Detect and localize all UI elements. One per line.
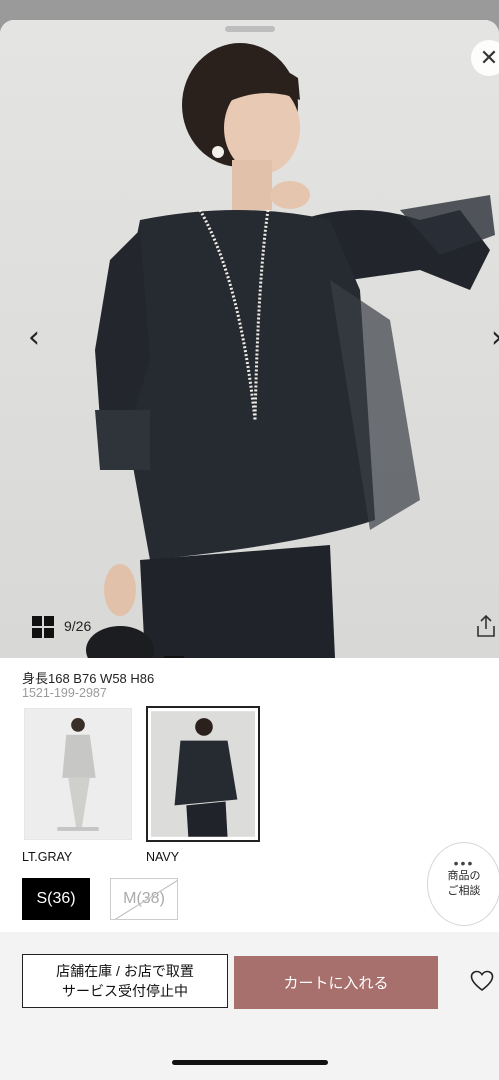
- share-icon[interactable]: [475, 614, 497, 638]
- next-image-button[interactable]: ›: [491, 320, 499, 355]
- navy-thumbnail: [151, 711, 255, 837]
- consult-label-line1: 商品の: [447, 870, 481, 882]
- size-option-s[interactable]: S(36): [22, 878, 90, 920]
- favorite-heart-icon[interactable]: [470, 970, 494, 992]
- consult-button[interactable]: ••• 商品の ご相談: [427, 842, 499, 926]
- prev-image-button[interactable]: ‹: [28, 320, 40, 355]
- color-swatch-navy[interactable]: [146, 706, 260, 842]
- close-button[interactable]: ✕: [471, 40, 499, 76]
- model-measurements: 身長168 B76 W58 H86: [22, 671, 155, 686]
- product-photo: [86, 43, 495, 658]
- lt-gray-thumbnail: [25, 709, 131, 839]
- carousel-indicator: [164, 656, 184, 658]
- grid-view-icon[interactable]: [32, 616, 54, 638]
- home-indicator: [172, 1060, 328, 1065]
- sheet-grabber[interactable]: [224, 26, 275, 32]
- purchase-bar: 店舗在庫 / お店で取置 サービス受付停止中 カートに入れる: [0, 932, 499, 1080]
- product-sheet: ✕ ‹ › 9/26 身長168 B76 W58 H86 1521-199-29…: [0, 20, 499, 1080]
- close-icon: ✕: [479, 45, 499, 70]
- product-code: 1521-199-2987: [22, 686, 107, 700]
- size-option-m-disabled[interactable]: M(38): [110, 878, 178, 920]
- product-image-carousel[interactable]: ✕ ‹ › 9/26: [0, 20, 499, 658]
- more-dots-icon: •••: [453, 855, 475, 871]
- image-counter: 9/26: [64, 618, 92, 634]
- store-stock-button[interactable]: 店舗在庫 / お店で取置 サービス受付停止中: [22, 954, 228, 1008]
- store-stock-line2: サービス受付停止中: [62, 983, 188, 999]
- color-label-navy: NAVY: [146, 850, 180, 864]
- color-swatch-lt-gray[interactable]: [24, 708, 132, 840]
- color-label-lt-gray: LT.GRAY: [22, 850, 73, 864]
- consult-label-line2: ご相談: [447, 885, 481, 897]
- add-to-cart-button[interactable]: カートに入れる: [234, 956, 438, 1009]
- store-stock-line1: 店舗在庫 / お店で取置: [56, 963, 194, 979]
